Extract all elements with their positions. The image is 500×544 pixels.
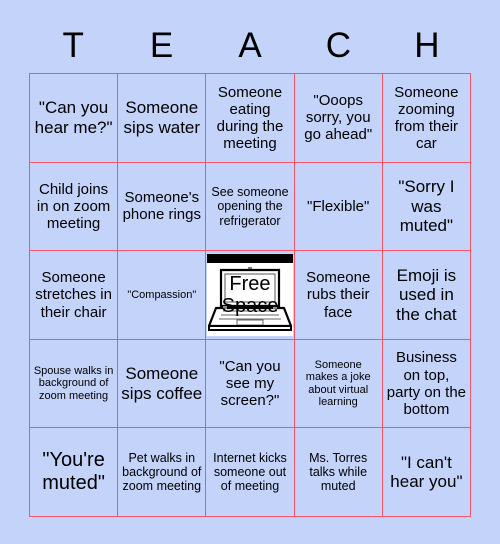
bingo-cell[interactable]: Spouse walks in background of zoom meeti… xyxy=(30,339,119,429)
bingo-cell[interactable]: "I can't hear you" xyxy=(382,428,471,517)
bingo-cell-text: Someone sips coffee xyxy=(121,364,203,403)
bingo-cell-text: Spouse walks in background of zoom meeti… xyxy=(33,364,114,402)
bingo-cell[interactable]: Someone zooming from their car xyxy=(382,74,471,163)
bingo-cell-text: "Sorry I was muted" xyxy=(398,177,455,236)
bingo-cell-text: Ms. Torres talks while muted xyxy=(309,450,368,494)
bingo-cell[interactable]: Someone eating during the meeting xyxy=(206,74,295,163)
bingo-cell-text: Someone makes a joke about virtual learn… xyxy=(305,358,371,409)
bingo-cell[interactable]: Someone sips coffee xyxy=(118,339,207,429)
bingo-cell[interactable]: Internet kicks someone out of meeting xyxy=(206,428,295,517)
bingo-cell[interactable]: Pet walks in background of zoom meeting xyxy=(118,428,207,517)
bingo-cell[interactable]: Someone's phone rings xyxy=(118,162,207,252)
bingo-card: T E A C H "Can you hear me?" Someone sips… xyxy=(0,0,500,544)
bingo-cell[interactable]: Business on top, party on the bottom xyxy=(382,339,471,429)
bingo-cell-text: "Can you see my screen?" xyxy=(219,357,281,410)
bingo-cell[interactable]: Someone rubs their face xyxy=(294,251,383,340)
bingo-cell[interactable]: "Ooops sorry, you go ahead" xyxy=(294,74,383,163)
bingo-cell-text: "You're muted" xyxy=(42,449,105,495)
bingo-cell-text: "Compassion" xyxy=(127,288,197,301)
bingo-cell[interactable]: "Flexible" xyxy=(294,162,383,252)
bingo-cell[interactable]: Someone makes a joke about virtual learn… xyxy=(294,339,383,429)
bingo-cell-text: Someone stretches in their chair xyxy=(35,269,112,321)
header-letter-2: E xyxy=(149,26,174,65)
free-space-label: Free Space xyxy=(206,273,293,317)
bingo-cell-text: "Can you hear me?" xyxy=(34,98,113,137)
bingo-cell-text: Someone eating during the meeting xyxy=(216,83,284,152)
bingo-cell-free-space[interactable]: Free Space xyxy=(206,251,295,340)
bingo-cell[interactable]: "You're muted" xyxy=(30,428,119,517)
bingo-cell-text: "I can't hear you" xyxy=(390,452,463,492)
bingo-cell[interactable]: See someone opening the refrigerator xyxy=(206,162,295,252)
bingo-cell-text: Pet walks in background of zoom meeting xyxy=(122,450,202,494)
bingo-cell-text: Someone's phone rings xyxy=(122,189,201,224)
bingo-grid: "Can you hear me?" Someone sips water Some… xyxy=(29,73,471,517)
bingo-cell-text: Someone zooming from their car xyxy=(394,83,459,152)
bingo-header: T E A C H xyxy=(29,18,471,73)
bingo-cell[interactable]: "Can you see my screen?" xyxy=(206,339,295,429)
bingo-cell[interactable]: "Can you hear me?" xyxy=(30,74,119,163)
bingo-cell-text: Someone sips water xyxy=(123,98,201,137)
free-space-wrapper: Free Space xyxy=(206,251,294,339)
bingo-cell-text: Someone rubs their face xyxy=(306,269,371,321)
bingo-cell[interactable]: Child joins in on zoom meeting xyxy=(30,162,119,252)
bingo-cell-text: Child joins in on zoom meeting xyxy=(36,180,111,232)
bingo-cell[interactable]: "Sorry I was muted" xyxy=(382,162,471,252)
bingo-cell[interactable]: Someone sips water xyxy=(118,74,207,163)
bingo-cell-text: "Flexible" xyxy=(307,197,370,215)
header-letter-4: C xyxy=(325,26,352,65)
bingo-cell[interactable]: Ms. Torres talks while muted xyxy=(294,428,383,517)
header-letter-1: T xyxy=(62,26,84,65)
free-space-label-line-1: Free xyxy=(229,272,271,295)
bingo-cell-text: Emoji is used in the chat xyxy=(396,265,457,324)
free-space-label-line-2: Space xyxy=(221,294,279,317)
bingo-cell-text: Business on top, party on the bottom xyxy=(386,349,466,418)
bingo-cell[interactable]: Someone stretches in their chair xyxy=(30,251,119,340)
bingo-cell-text: See someone opening the refrigerator xyxy=(211,185,289,228)
bingo-cell[interactable]: "Compassion" xyxy=(118,251,207,340)
header-letter-5: H xyxy=(414,26,440,65)
bingo-cell[interactable]: Emoji is used in the chat xyxy=(382,251,471,340)
bingo-cell-text: "Ooops sorry, you go ahead" xyxy=(304,92,373,144)
header-letter-3: A xyxy=(238,26,262,65)
bingo-cell-text: Internet kicks someone out of meeting xyxy=(213,450,287,494)
